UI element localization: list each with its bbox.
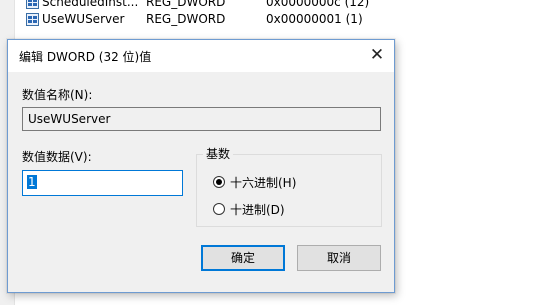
value-name: ScheduledInst...	[42, 0, 139, 9]
value-data-text: 1	[27, 175, 37, 189]
radio-hex-indicator[interactable]	[213, 176, 225, 188]
value-data: 0x0000000c (12)	[266, 0, 370, 9]
cancel-button[interactable]: 取消	[297, 245, 381, 271]
dialog-title: 编辑 DWORD (32 位)值	[19, 50, 152, 64]
dialog-titlebar[interactable]: 编辑 DWORD (32 位)值 ✕	[8, 40, 394, 72]
value-type: REG_DWORD	[146, 12, 226, 26]
reg-dword-icon	[26, 0, 39, 9]
value-name: UseWUServer	[42, 12, 125, 26]
value-data-label: 数值数据(V):	[22, 150, 92, 164]
ok-button[interactable]: 确定	[201, 245, 285, 271]
edit-dword-dialog: 编辑 DWORD (32 位)值 ✕ 数值名称(N): UseWUServer …	[7, 39, 395, 293]
radio-decimal-indicator[interactable]	[213, 203, 225, 215]
close-icon[interactable]: ✕	[368, 46, 386, 64]
value-data-input[interactable]: 1	[22, 170, 183, 196]
value-name-text: UseWUServer	[28, 112, 111, 126]
radio-hex-label: 十六进制(H)	[230, 176, 297, 190]
value-type: REG_DWORD	[146, 0, 226, 9]
value-name-field: UseWUServer	[22, 107, 381, 131]
radio-decimal-label: 十进制(D)	[230, 203, 285, 217]
list-item[interactable]: UseWUServer REG_DWORD 0x00000001 (1)	[26, 11, 559, 29]
value-data: 0x00000001 (1)	[266, 12, 363, 26]
reg-dword-icon	[26, 13, 39, 26]
base-group-title: 基数	[203, 145, 234, 162]
value-name-label: 数值名称(N):	[22, 88, 93, 102]
